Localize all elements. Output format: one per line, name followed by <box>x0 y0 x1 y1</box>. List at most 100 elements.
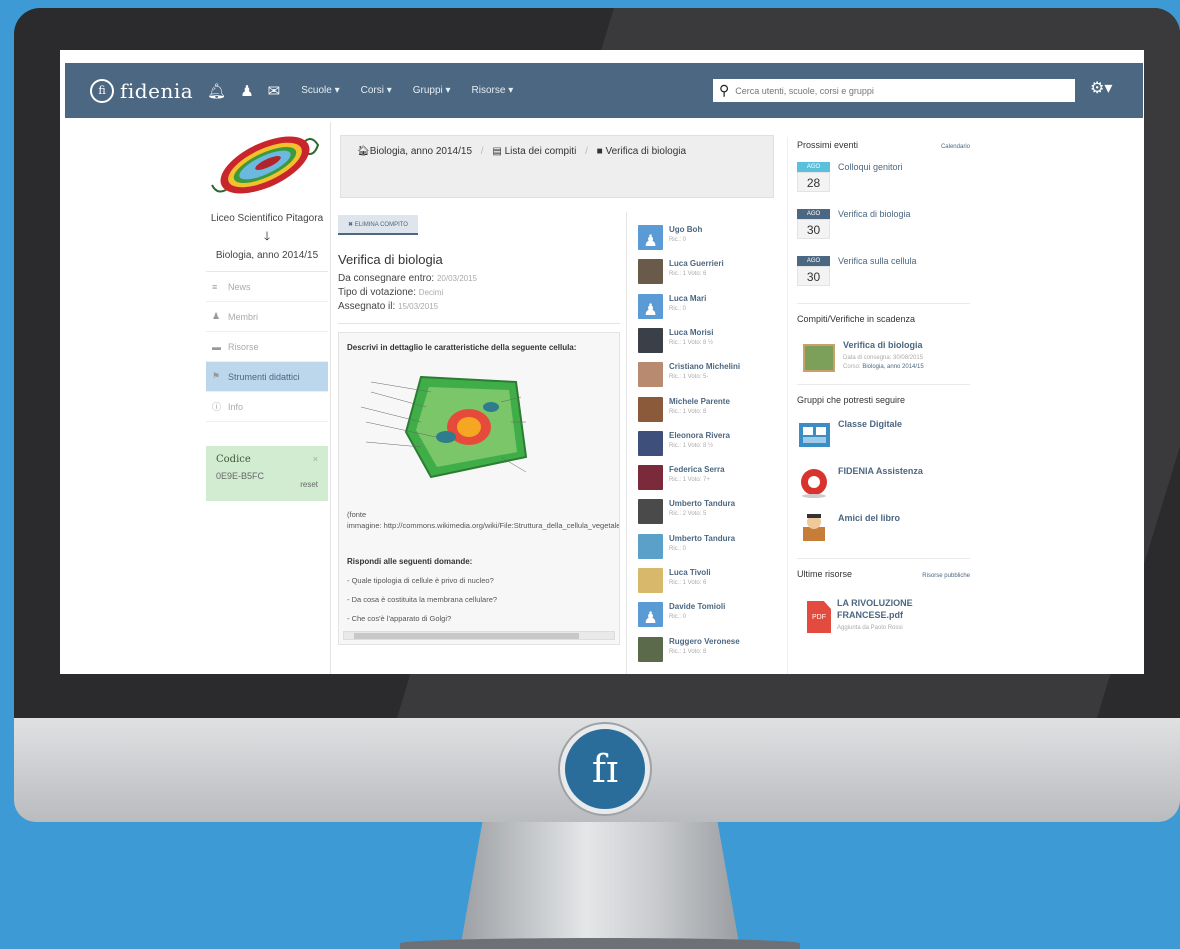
resource-item[interactable]: PDF LA RIVOLUZIONE FRANCESE.pdf Aggiunta… <box>797 597 970 633</box>
group-name[interactable]: Classe Digitale <box>838 419 902 452</box>
student-item[interactable]: Umberto Tandura Ric.: 2 Voto: 5 <box>638 499 768 531</box>
question-item: - Quale tipologia di cellule è privo di … <box>347 576 494 585</box>
task-content-panel[interactable]: Descrivi in dettaglio le caratteristiche… <box>338 332 620 645</box>
due-item-title[interactable]: Verifica di biologia <box>843 340 924 350</box>
divider <box>338 323 620 324</box>
student-name[interactable]: Ugo Boh <box>669 225 702 234</box>
divider <box>797 558 970 559</box>
breadcrumb-list[interactable]: Lista dei compiti <box>505 146 577 157</box>
student-name[interactable]: Cristiano Michelini <box>669 362 740 371</box>
menu-risorse[interactable]: Risorse ▾ <box>472 85 514 96</box>
group-item[interactable]: Amici del libro <box>797 511 970 546</box>
sidebar-item-info[interactable]: ⓘ Info <box>206 392 328 422</box>
left-sidebar: Liceo Scientifico Pitagora 🡓 Biologia, a… <box>206 122 328 674</box>
pdf-icon: PDF <box>807 601 831 633</box>
student-name[interactable]: Luca Guerrieri <box>669 259 724 268</box>
folder-icon: ▬ <box>212 341 221 352</box>
group-name[interactable]: Amici del libro <box>838 513 900 546</box>
menu-corsi[interactable]: Corsi ▾ <box>361 85 392 96</box>
student-info: Umberto Tandura Ric.: 0 <box>669 534 735 566</box>
student-name[interactable]: Davide Tomioli <box>669 602 725 611</box>
student-item[interactable]: ♟ Davide Tomioli Ric.: 0 <box>638 602 768 634</box>
gear-icon[interactable]: ⚙▾ <box>1090 78 1112 98</box>
event-title[interactable]: Verifica di biologia <box>838 209 911 244</box>
due-value: 20/03/2015 <box>436 274 477 283</box>
fidenia-logo[interactable]: fi fidenia <box>90 78 193 103</box>
sidebar-item-news[interactable]: ≡ News <box>206 272 328 302</box>
student-item[interactable]: Cristiano Michelini Ric.: 1 Voto: 5- <box>638 362 768 394</box>
user-icon[interactable]: ♟ <box>240 82 253 100</box>
resource-meta: Aggiunta da Paolo Rossi <box>836 625 903 631</box>
horizontal-scrollbar[interactable] <box>343 631 615 640</box>
bell-icon[interactable]: 🔔︎ <box>207 82 226 100</box>
monitor-foot <box>400 938 800 949</box>
envelope-icon[interactable]: ✉ <box>268 82 281 100</box>
menu-scuole[interactable]: Scuole ▾ <box>301 85 339 96</box>
task-title: Verifica di biologia <box>338 252 443 267</box>
reset-link[interactable]: reset <box>300 480 318 489</box>
student-item[interactable]: Ruggero Veronese Ric.: 1 Voto: 8 <box>638 636 768 669</box>
student-item[interactable]: Luca Morisi Ric.: 1 Voto: 8 ½ <box>638 327 768 360</box>
student-item[interactable]: Michele Parente Ric.: 1 Voto: 8 <box>638 396 768 429</box>
resource-title[interactable]: LA RIVOLUZIONE FRANCESE.pdf <box>837 597 970 621</box>
student-item[interactable]: Federica Serra Ric.: 1 Voto: 7+ <box>638 465 768 497</box>
delete-task-button[interactable]: ✖ ELIMINA COMPITO <box>338 215 418 235</box>
event-item[interactable]: AGO 30 Verifica di biologia <box>797 209 970 244</box>
group-name[interactable]: FIDENIA Assistenza <box>838 466 923 499</box>
groups-title: Gruppi che potresti seguire <box>797 395 906 405</box>
group-item[interactable]: Classe Digitale <box>797 417 970 452</box>
sidebar-item-membri[interactable]: ♟ Membri <box>206 302 328 332</box>
school-name[interactable]: Liceo Scientifico Pitagora <box>206 213 328 225</box>
group-item[interactable]: FIDENIA Assistenza <box>797 464 970 499</box>
student-item[interactable]: ♟ Luca Mari Ric.: 0 <box>638 293 768 326</box>
public-resources-link[interactable]: Risorse pubbliche <box>922 573 970 579</box>
student-item[interactable]: Luca Guerrieri Ric.: 1 Voto: 6 <box>638 259 768 291</box>
student-item[interactable]: Umberto Tandura Ric.: 0 <box>638 533 768 566</box>
calendar-badge: AGO 28 <box>797 162 830 197</box>
student-info: Luca Morisi Ric.: 1 Voto: 8 ½ <box>669 328 713 360</box>
event-title[interactable]: Verifica sulla cellula <box>838 256 917 291</box>
student-name[interactable]: Ruggero Veronese <box>669 637 740 646</box>
close-icon[interactable]: × <box>313 454 318 464</box>
due-header: Compiti/Verifiche in scadenza <box>797 314 970 324</box>
breadcrumb-course[interactable]: Biologia, anno 2014/15 <box>370 146 472 157</box>
student-name[interactable]: Eleonora Rivera <box>669 431 730 440</box>
student-name[interactable]: Umberto Tandura <box>669 534 735 543</box>
info-icon: ⓘ <box>212 402 222 412</box>
avatar <box>638 362 663 388</box>
student-name[interactable]: Luca Mari <box>669 294 706 303</box>
student-info: Davide Tomioli Ric.: 0 <box>669 602 725 634</box>
event-item[interactable]: AGO 30 Verifica sulla cellula <box>797 256 970 291</box>
search-input[interactable] <box>735 85 1056 96</box>
student-meta: Ric.: 1 Voto: 6 <box>669 580 707 586</box>
source-url[interactable]: immagine: http://commons.wikimedia.org/w… <box>347 520 619 531</box>
event-day: 28 <box>797 172 830 192</box>
student-name[interactable]: Umberto Tandura <box>669 499 735 508</box>
scrollbar-thumb[interactable] <box>354 633 579 639</box>
event-item[interactable]: AGO 28 Colloqui genitori <box>797 162 970 197</box>
menu-gruppi[interactable]: Gruppi ▾ <box>413 85 451 96</box>
calendar-link[interactable]: Calendario <box>941 144 970 150</box>
student-meta: Ric.: 2 Voto: 5 <box>669 511 707 518</box>
due-item[interactable]: Verifica di biologia Data di consegna: 3… <box>797 340 970 372</box>
course-name[interactable]: Biologia, anno 2014/15 <box>206 250 328 261</box>
student-item[interactable]: ♟ Ugo Boh Ric.: 0 <box>638 225 768 257</box>
student-name[interactable]: Luca Tivoli <box>669 568 711 577</box>
divider <box>330 122 331 674</box>
avatar <box>638 430 663 456</box>
student-name[interactable]: Luca Morisi <box>669 328 713 337</box>
sidebar-item-strumenti[interactable]: ⚑ Strumenti didattici <box>206 362 328 392</box>
arrow-down-icon: 🡓 <box>263 229 271 243</box>
student-name[interactable]: Federica Serra <box>669 465 725 474</box>
student-info: Michele Parente Ric.: 1 Voto: 8 <box>669 397 730 429</box>
search-icon: ⚲ <box>719 82 730 98</box>
due-item-course[interactable]: Biologia, anno 2014/15 <box>862 364 923 370</box>
calendar-badge: AGO 30 <box>797 256 830 291</box>
event-title[interactable]: Colloqui genitori <box>838 162 903 197</box>
right-sidebar: Prossimi eventi Calendario AGO 28 Colloqui… <box>797 140 970 633</box>
student-item[interactable]: Eleonora Rivera Ric.: 1 Voto: 8 ½ <box>638 430 768 463</box>
student-name[interactable]: Michele Parente <box>669 397 730 406</box>
student-item[interactable]: Luca Tivoli Ric.: 1 Voto: 6 <box>638 568 768 600</box>
book-character-icon <box>803 514 825 541</box>
sidebar-item-risorse[interactable]: ▬ Risorse <box>206 332 328 362</box>
